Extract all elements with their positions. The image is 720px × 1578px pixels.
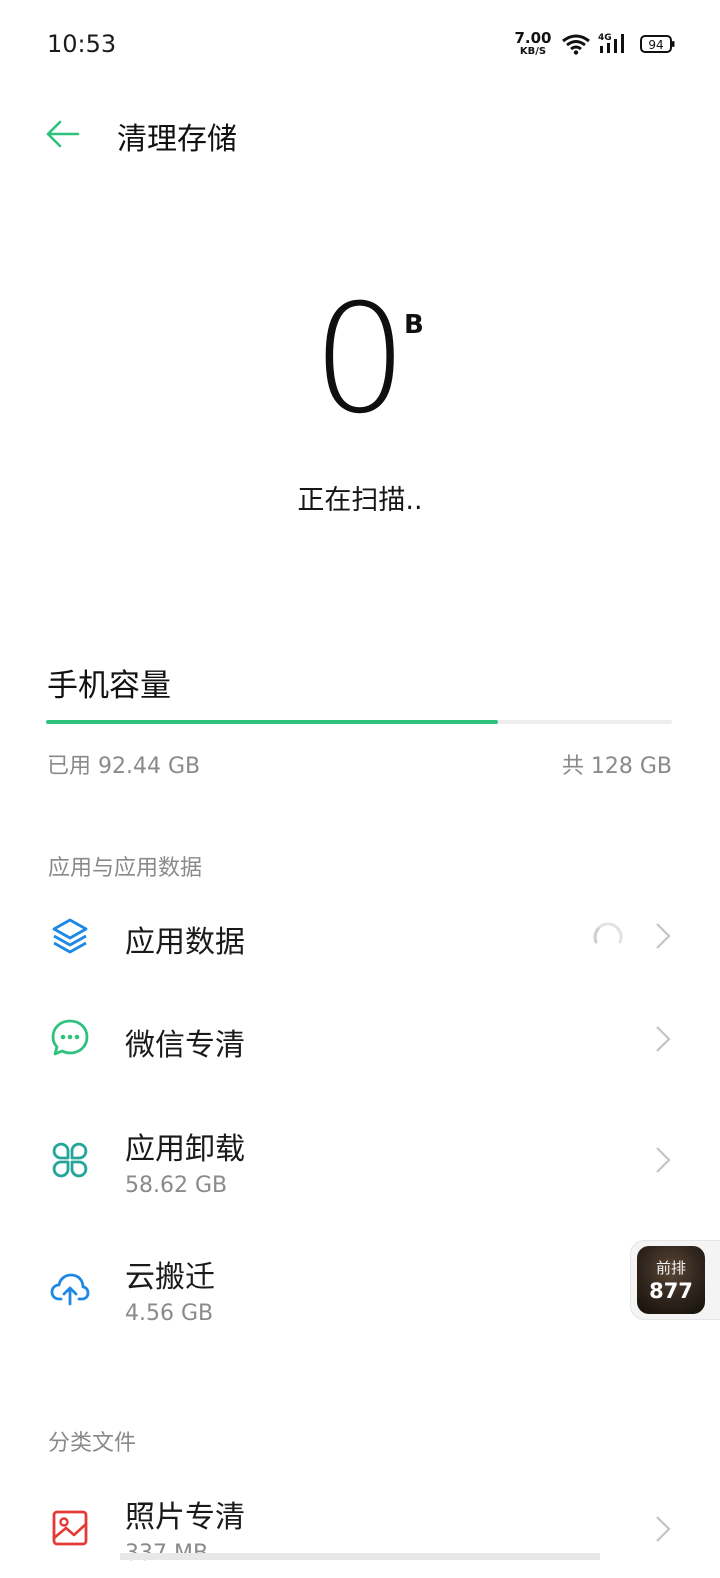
list-item-label: 应用数据: [125, 925, 245, 960]
list-item-label: 应用卸载: [125, 1132, 245, 1167]
wifi-icon: [562, 34, 590, 55]
scan-status-text: 正在扫描..: [297, 485, 423, 516]
back-arrow-icon[interactable]: [44, 118, 80, 150]
section-header-files: 分类文件: [48, 1431, 137, 1456]
page-title: 清理存储: [117, 122, 237, 157]
chevron-right-icon: [656, 1516, 671, 1542]
floating-widget[interactable]: 前排 877: [630, 1240, 720, 1320]
network-speed-unit: KB/S: [519, 46, 547, 57]
floating-widget-number: 877: [649, 1279, 693, 1303]
battery-icon: 94: [640, 35, 675, 53]
cleanable-size-unit: B: [404, 310, 424, 340]
list-item-label: 云搬迁: [125, 1260, 215, 1295]
image-icon: [52, 1510, 88, 1546]
cleanable-size-value: 0: [312, 273, 408, 447]
loading-spinner-icon: [593, 922, 623, 944]
chat-bubble-icon: [51, 1019, 89, 1056]
section-header-apps: 应用与应用数据: [48, 856, 203, 881]
list-item-label: 照片专清: [125, 1500, 245, 1535]
storage-capacity-title: 手机容量: [47, 668, 171, 704]
layers-icon: [52, 918, 88, 954]
list-item-size: 58.62 GB: [125, 1173, 228, 1198]
status-time: 10:53: [47, 30, 117, 58]
storage-used-label: 已用 92.44 GB: [47, 754, 201, 779]
storage-usage-bar: [46, 720, 672, 724]
network-speed-value: 7.00: [514, 29, 552, 47]
battery-level: 94: [648, 38, 663, 52]
list-item-app-uninstall[interactable]: 应用卸载 58.62 GB: [0, 1110, 720, 1210]
storage-total-label: 共 128 GB: [561, 754, 672, 779]
list-item-photo-clean[interactable]: 照片专清 337 MB: [0, 1478, 720, 1578]
cellular-signal-icon: 4G: [598, 33, 624, 53]
list-item-label: 微信专清: [125, 1028, 245, 1063]
cloud-upload-icon: [50, 1273, 90, 1306]
chevron-right-icon: [656, 1026, 671, 1052]
bottom-scroll-hint: [120, 1553, 600, 1560]
list-item-size: 4.56 GB: [125, 1301, 214, 1326]
chevron-right-icon: [656, 923, 671, 949]
storage-usage-bar-fill: [46, 720, 498, 724]
floating-widget-badge[interactable]: 前排 877: [637, 1246, 705, 1314]
apps-grid-icon: [52, 1142, 88, 1178]
list-item-wechat-clean[interactable]: 微信专清: [0, 988, 720, 1088]
network-speed: 7.00 KB/S: [513, 31, 553, 57]
network-type-label: 4G: [598, 33, 612, 43]
list-item-cloud-migration[interactable]: 云搬迁 4.56 GB: [0, 1238, 720, 1338]
floating-widget-label: 前排: [655, 1259, 686, 1277]
chevron-right-icon: [656, 1147, 671, 1173]
